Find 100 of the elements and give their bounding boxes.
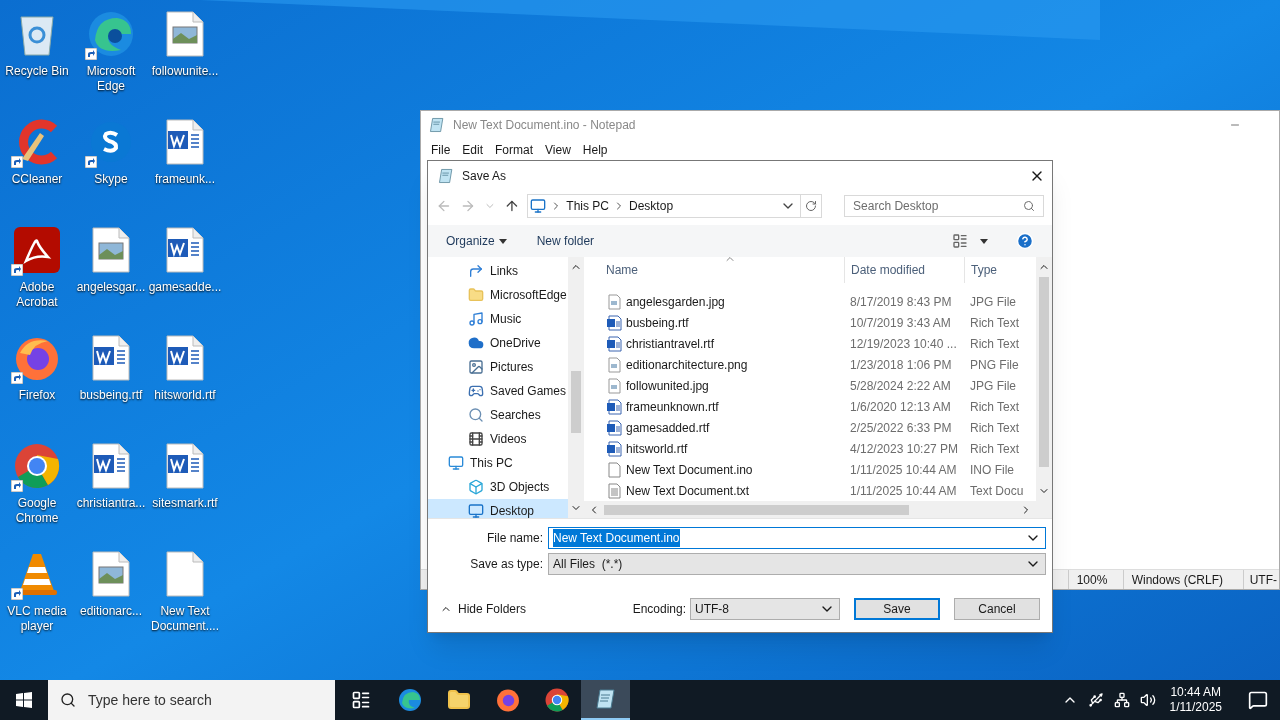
image-file-icon (91, 227, 131, 273)
breadcrumb-item[interactable]: Desktop (629, 197, 674, 215)
taskbar-search-field[interactable]: Type here to search (48, 680, 335, 720)
desktop-icon[interactable]: Firefox (0, 328, 74, 436)
desktop-icon-label: christiantra... (76, 496, 146, 511)
notifications-icon[interactable] (1248, 690, 1268, 710)
folder-icon (468, 287, 484, 303)
file-type: Rich Text (969, 335, 1021, 353)
desktop-icon[interactable]: Skype (74, 112, 148, 220)
file-name-field[interactable]: New Text Document.ino (548, 527, 1046, 549)
link-arrow-icon (468, 263, 484, 279)
file-row[interactable]: gamesadded.rtf 2/25/2022 6:33 PM Rich Text (584, 417, 1036, 438)
menu-item[interactable]: View (539, 141, 577, 159)
scrollbar[interactable] (584, 501, 1052, 518)
nav-item-label: MicrosoftEdge (490, 287, 567, 304)
desktop-icon-label: Recycle Bin (5, 64, 69, 79)
desktop-icon[interactable]: angelesgar... (74, 220, 148, 328)
file-row[interactable]: hitsworld.rtf 4/12/2023 10:27 PM Rich Text (584, 438, 1036, 459)
nav-item[interactable]: Desktop (428, 499, 568, 518)
search-icon (1023, 200, 1035, 212)
desktop-icon[interactable]: sitesmark.rtf (148, 436, 222, 544)
nav-item[interactable]: Videos (428, 427, 568, 451)
volume-icon[interactable] (1139, 692, 1156, 708)
chrome-logo-icon (544, 688, 569, 712)
desktop-icon[interactable]: Microsoft Edge (74, 4, 148, 112)
desktop-icon[interactable]: Adobe Acrobat (0, 220, 74, 328)
desktop-icon[interactable]: Recycle Bin (0, 4, 74, 112)
nav-item[interactable]: OneDrive (428, 331, 568, 355)
folder-icon (446, 688, 471, 712)
nav-item[interactable]: Pictures (428, 355, 568, 379)
breadcrumb-item[interactable]: This PC (566, 197, 610, 215)
desktop-icon-label: followunite... (151, 64, 219, 79)
image-file-icon (91, 551, 131, 597)
desktop-icon[interactable]: busbeing.rtf (74, 328, 148, 436)
scroll-thumb[interactable] (1039, 277, 1049, 467)
organize-button[interactable]: Organize (446, 232, 507, 250)
usb-device-icon[interactable] (1087, 692, 1104, 708)
nav-item[interactable]: Links (428, 259, 568, 283)
field-label: Encoding: (632, 601, 686, 618)
nav-item-label: Pictures (490, 359, 534, 376)
nav-item[interactable]: MicrosoftEdge (428, 283, 568, 307)
help-icon[interactable] (1016, 232, 1034, 250)
column-header[interactable]: Type (964, 257, 1034, 283)
search-icon (468, 407, 484, 423)
desktop-icon[interactable]: followunite... (148, 4, 222, 112)
file-type: Rich Text (969, 314, 1021, 332)
column-header[interactable]: Date modified (844, 257, 964, 283)
desktop-icon[interactable]: New Text Document.... (148, 544, 222, 652)
desktop-icon[interactable]: Google Chrome (0, 436, 74, 544)
dialog-button[interactable]: Save (854, 598, 940, 620)
menu-item[interactable]: Edit (456, 141, 490, 159)
film-icon (468, 431, 484, 447)
desktop-icon[interactable]: christiantra... (74, 436, 148, 544)
desktop-icon-label: angelesgar... (76, 280, 146, 295)
new-folder-button[interactable]: New folder (536, 232, 595, 250)
scrollbar[interactable] (1036, 257, 1052, 501)
file-type: Rich Text (969, 419, 1021, 437)
desktop-icon-label: CCleaner (11, 172, 63, 187)
view-options-icon[interactable] (952, 233, 968, 249)
file-row[interactable]: New Text Document.txt 1/11/2025 10:44 AM Text Docu (584, 480, 1036, 501)
desktop-icon[interactable]: gamesadde... (148, 220, 222, 328)
address-bar[interactable]: This PC Desktop (527, 194, 823, 218)
file-row[interactable]: New Text Document.ino 1/11/2025 10:44 AM INO File (584, 459, 1036, 480)
desktop-icon-label: Google Chrome (14, 496, 60, 526)
nav-item[interactable]: Saved Games (428, 379, 568, 403)
file-row[interactable]: frameunknown.rtf 1/6/2020 12:13 AM Rich Text (584, 396, 1036, 417)
save-as-type-select[interactable]: All Files (*.*) (548, 553, 1046, 575)
search-field[interactable]: Search Desktop (844, 195, 1044, 217)
encoding-select[interactable]: UTF-8 (690, 598, 840, 620)
desktop-icon[interactable]: editionarc... (74, 544, 148, 652)
desktop-icon[interactable]: VLC media player (0, 544, 74, 652)
scrollbar[interactable] (568, 257, 584, 518)
file-row[interactable]: angelesgarden.jpg 8/17/2019 8:43 PM JPG File (584, 291, 1036, 312)
menu-item[interactable]: File (425, 141, 457, 159)
file-row[interactable]: editionarchitecture.png 1/23/2018 1:06 PM PNG File (584, 354, 1036, 375)
clock[interactable]: 10:44 AM 1/11/2025 (1165, 685, 1226, 715)
scroll-thumb[interactable] (571, 371, 581, 433)
scroll-thumb[interactable] (604, 504, 909, 515)
network-icon[interactable] (1113, 692, 1130, 708)
caret-icon[interactable] (980, 238, 988, 244)
nav-item[interactable]: Music (428, 307, 568, 331)
desktop-icon[interactable]: hitsworld.rtf (148, 328, 222, 436)
desktop-icon[interactable]: CCleaner (0, 112, 74, 220)
taskbar-app-button[interactable] (581, 680, 630, 720)
nav-item[interactable]: 3D Objects (428, 475, 568, 499)
text-file-icon (606, 482, 622, 499)
file-row[interactable]: followunited.jpg 5/28/2024 2:22 AM JPG File (584, 375, 1036, 396)
hide-folders-button[interactable]: Hide Folders (440, 600, 527, 618)
file-row[interactable]: christiantravel.rtf 12/19/2023 10:40 ... Rich Text (584, 333, 1036, 354)
menu-item[interactable]: Format (489, 141, 540, 159)
desktop-icon-label: hitsworld.rtf (154, 388, 216, 403)
dialog-button[interactable]: Cancel (954, 598, 1040, 620)
file-row[interactable]: busbeing.rtf 10/7/2019 3:43 AM Rich Text (584, 312, 1036, 333)
refresh-icon[interactable] (805, 200, 818, 212)
menu-item[interactable]: Help (576, 141, 614, 159)
desktop-icon[interactable]: frameunk... (148, 112, 222, 220)
nav-item[interactable]: This PC (428, 451, 568, 475)
nav-item[interactable]: Searches (428, 403, 568, 427)
file-name: gamesadded.rtf (626, 419, 710, 437)
column-header[interactable]: Name (584, 257, 844, 283)
